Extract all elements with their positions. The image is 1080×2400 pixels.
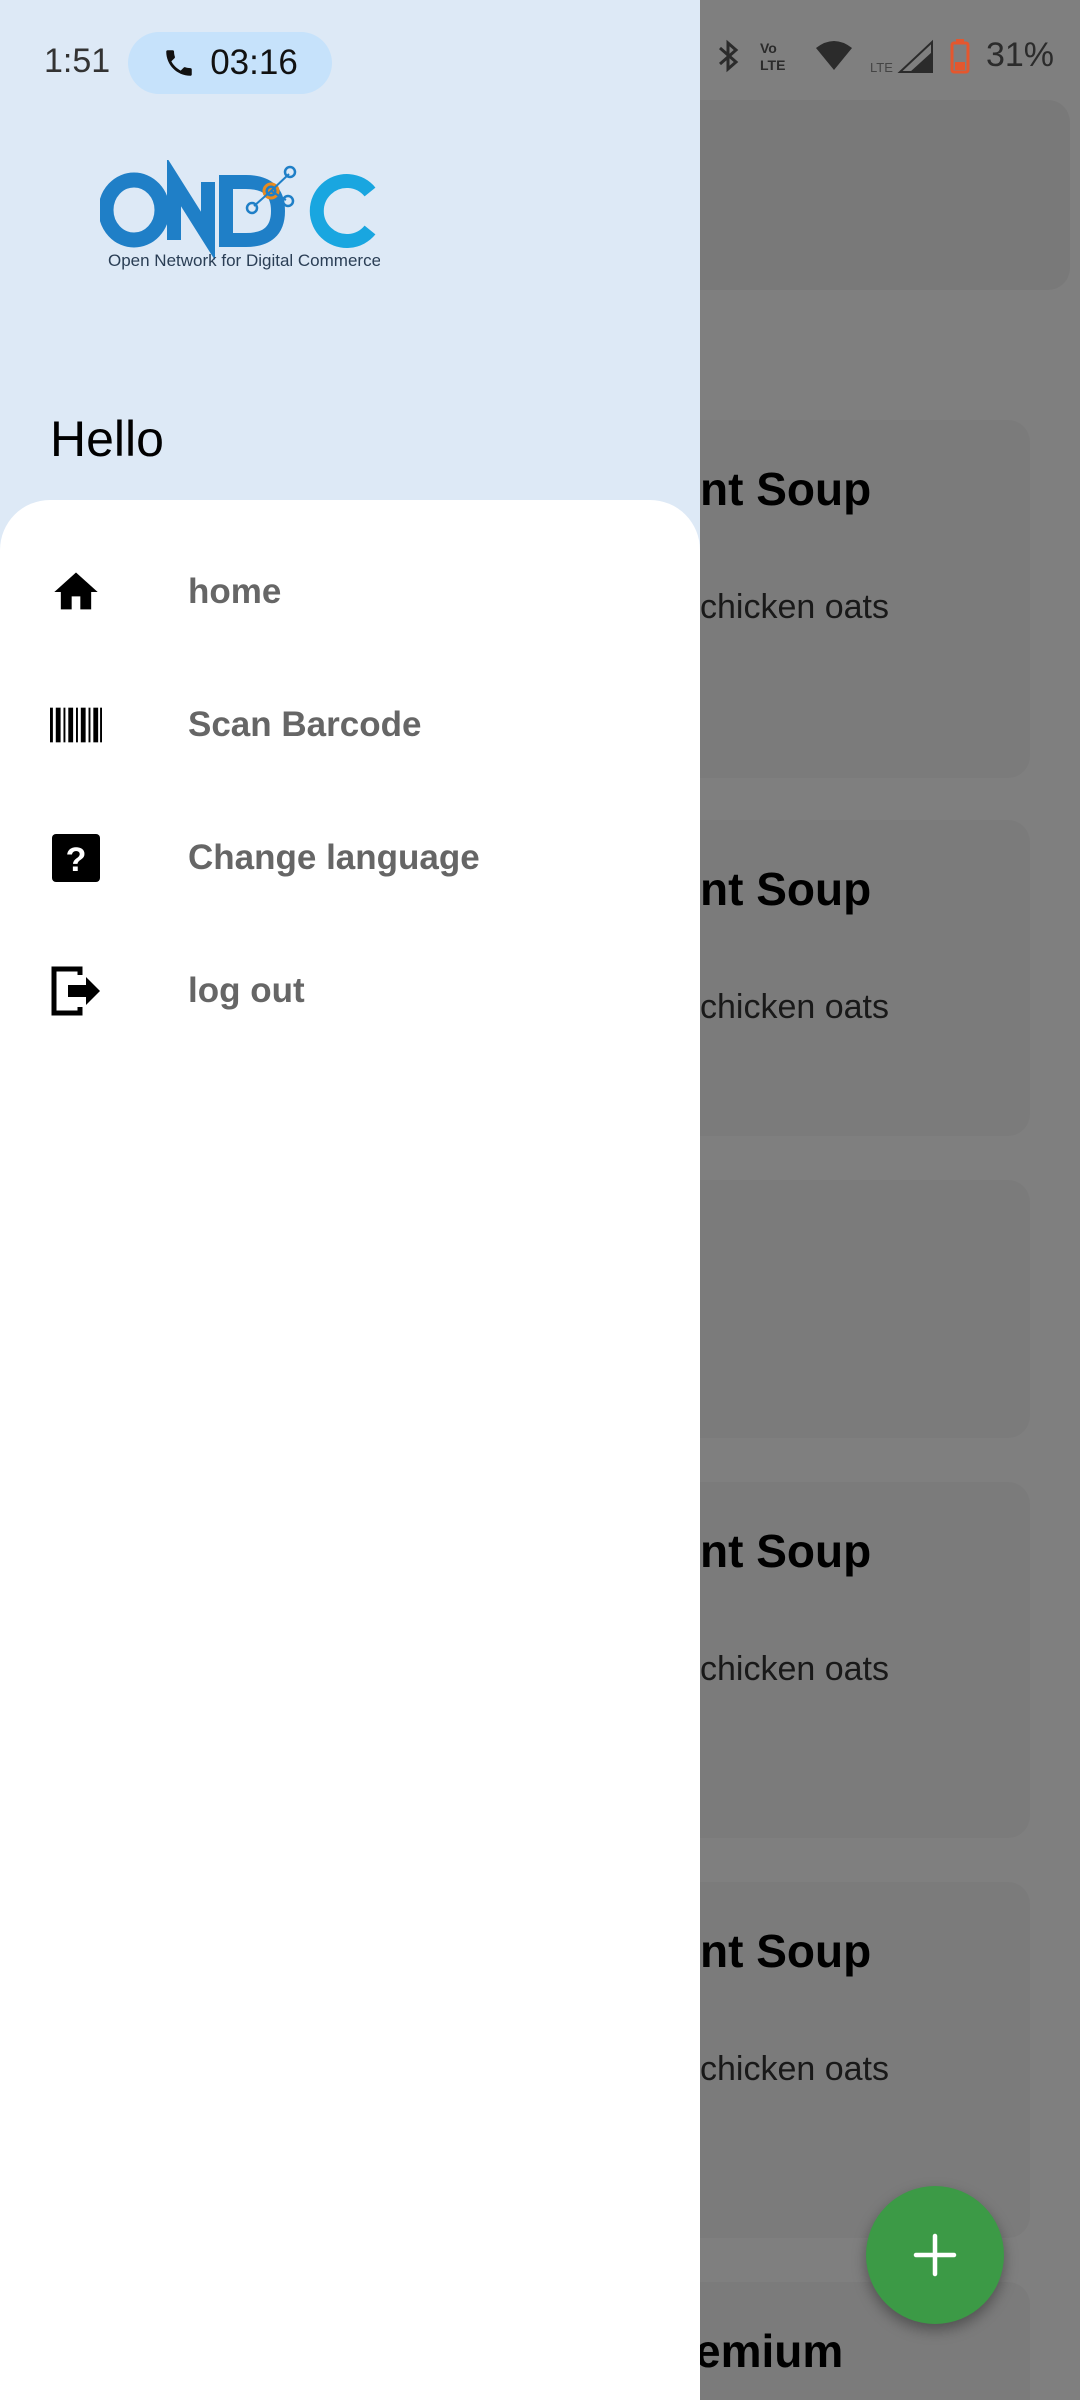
svg-text:?: ? — [66, 841, 87, 879]
svg-text:Open Network for Digital Comme: Open Network for Digital Commerce — [108, 251, 380, 270]
menu-item-scan-barcode[interactable]: Scan Barcode — [0, 670, 700, 780]
svg-text:LTE: LTE — [760, 57, 785, 73]
barcode-icon — [50, 699, 102, 751]
navigation-drawer: 1:51 03:16 Open Network for Digital Comm… — [0, 0, 700, 2400]
call-timer: 03:16 — [210, 43, 298, 82]
plus-icon — [913, 2233, 957, 2277]
svg-text:LTE: LTE — [870, 60, 893, 74]
greeting-text: Hello — [50, 411, 164, 467]
bluetooth-icon — [718, 39, 739, 72]
battery-icon — [950, 38, 970, 73]
battery-percent: 31% — [985, 36, 1054, 74]
menu-item-label: Change language — [188, 838, 480, 877]
ondc-logo: Open Network for Digital Commerce — [98, 157, 381, 276]
menu-item-log-out[interactable]: log out — [0, 936, 700, 1046]
drawer-menu: home Scan Barcode ? Change language log … — [0, 500, 700, 2400]
help-icon: ? — [50, 832, 102, 884]
logout-icon — [50, 965, 102, 1017]
wifi-icon — [815, 40, 852, 70]
status-time: 1:51 — [44, 42, 111, 80]
status-icons: Vo LTE LTE 31% — [716, 36, 1054, 75]
home-icon — [50, 566, 102, 618]
menu-item-change-language[interactable]: ? Change language — [0, 803, 700, 913]
menu-item-label: home — [188, 572, 282, 611]
phone-icon — [166, 50, 192, 76]
add-fab-button[interactable] — [866, 2186, 1004, 2324]
menu-item-label: Scan Barcode — [188, 705, 422, 744]
signal-icon: LTE — [870, 39, 933, 74]
drawer-header: 1:51 03:16 Open Network for Digital Comm… — [0, 0, 700, 560]
ongoing-call-chip[interactable]: 03:16 — [128, 32, 332, 94]
menu-item-label: log out — [188, 971, 305, 1010]
svg-text:Vo: Vo — [760, 40, 777, 56]
volte-icon: VoLTE — [760, 40, 785, 73]
menu-item-home[interactable]: home — [0, 537, 700, 647]
